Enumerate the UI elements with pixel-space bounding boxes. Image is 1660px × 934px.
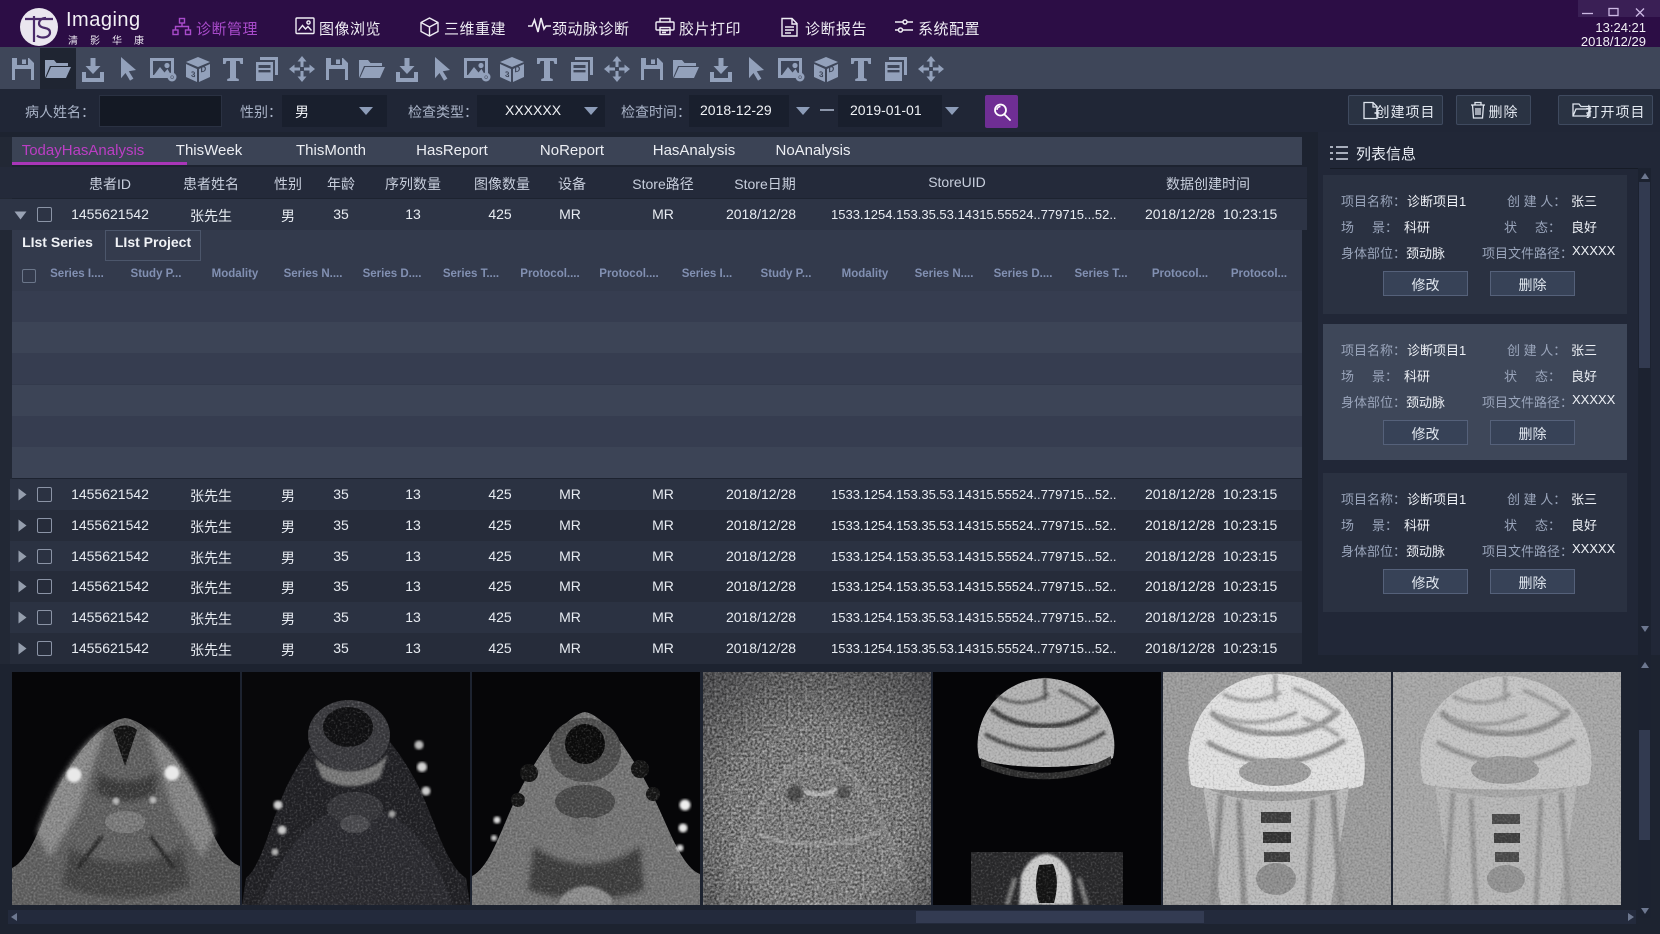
svg-text:o: o [484,74,488,81]
svg-text:o: o [798,74,802,81]
svg-text:D: D [201,64,207,74]
svg-text:3: 3 [819,69,824,79]
svg-text:3: 3 [191,69,196,79]
svg-text:D: D [829,64,835,74]
svg-text:3: 3 [505,69,510,79]
svg-text:o: o [170,74,174,81]
svg-text:D: D [515,64,521,74]
